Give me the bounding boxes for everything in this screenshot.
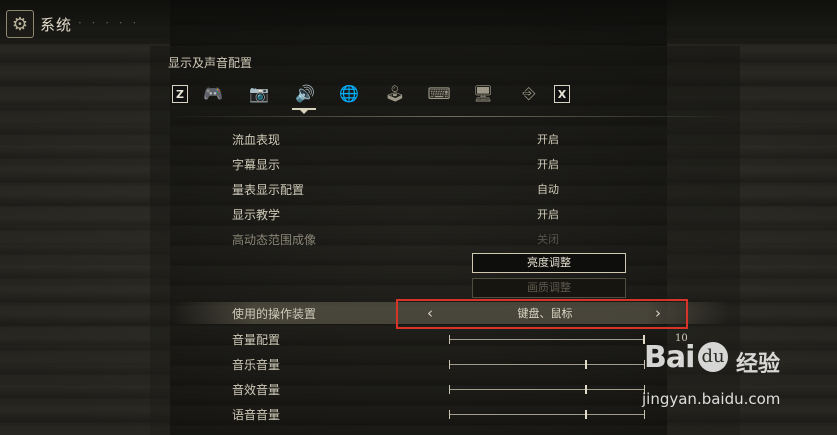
tab-key-z-icon[interactable]: Z xyxy=(172,85,188,103)
brightness-adjust-button[interactable]: 亮度调整 xyxy=(472,253,626,273)
setting-label: 字幕显示 xyxy=(232,158,281,172)
window-title: 系统 xyxy=(40,16,73,34)
watermark-cn: 经验 xyxy=(736,351,781,377)
setting-label: 显示教学 xyxy=(232,208,281,222)
tab-network-icon[interactable]: 🌐 xyxy=(334,80,364,106)
quality-adjust-button: 画质调整 xyxy=(472,278,626,298)
tab-gamepad-icon[interactable]: 🎮 xyxy=(198,80,228,106)
tab-camera-icon[interactable]: 📷 xyxy=(244,80,274,106)
section-heading: 显示及声音配置 xyxy=(168,56,253,70)
title-bar: ⚙ 系统 · · · · · xyxy=(0,0,837,44)
watermark-url: jingyan.baidu.com xyxy=(642,390,781,408)
setting-value[interactable]: 自动 xyxy=(537,181,559,197)
setting-label: 高动态范围成像 xyxy=(232,233,317,247)
active-tab-pointer xyxy=(300,110,308,114)
setting-label: 量表显示配置 xyxy=(232,183,305,197)
sfx-volume-slider[interactable] xyxy=(449,385,645,394)
setting-label: 语音音量 xyxy=(232,408,281,422)
header-divider xyxy=(168,116,738,117)
setting-label: 使用的操作装置 xyxy=(232,307,317,321)
baidu-paw-icon: du xyxy=(698,342,728,372)
setting-value: 关闭 xyxy=(537,233,559,246)
setting-label: 音量配置 xyxy=(232,333,281,347)
music-volume-slider[interactable] xyxy=(449,360,645,369)
tab-monitor-icon[interactable]: 🖥 xyxy=(468,80,498,106)
tab-display-sound-icon[interactable]: 🔊 xyxy=(290,80,320,106)
watermark-brand: Bai xyxy=(644,340,695,375)
slider-handle[interactable] xyxy=(585,385,587,394)
setting-label: 流血表现 xyxy=(232,133,281,147)
system-gear-icon: ⚙ xyxy=(6,10,34,38)
tab-controller-config-icon[interactable]: 🕹 xyxy=(380,80,410,106)
setting-row-hud-display[interactable]: 量表显示配置 自动 xyxy=(170,178,730,200)
setting-row-blood[interactable]: 流血表现 开启 xyxy=(170,128,730,150)
setting-row-subtitles[interactable]: 字幕显示 开启 xyxy=(170,153,730,175)
slider-handle[interactable] xyxy=(585,360,587,369)
setting-value[interactable]: 开启 xyxy=(537,156,559,172)
voice-volume-slider[interactable] xyxy=(449,410,645,419)
baidu-jingyan-watermark: Bai du 经验 jingyan.baidu.com xyxy=(640,340,830,420)
tab-key-x-icon[interactable]: X xyxy=(554,85,570,103)
category-tab-bar: Z 🎮 📷 🔊 🌐 🕹 ⌨ 🖥 ⎆ X xyxy=(168,80,588,108)
master-volume-slider[interactable] xyxy=(449,335,645,344)
highlight-annotation-box xyxy=(396,299,688,329)
background-wall-left xyxy=(0,0,170,435)
setting-row-tutorials[interactable]: 显示教学 开启 xyxy=(170,203,730,225)
setting-label: 音乐音量 xyxy=(232,358,281,372)
slider-handle[interactable] xyxy=(585,410,587,419)
title-faint-text: · · · · · xyxy=(78,16,140,30)
setting-label: 音效音量 xyxy=(232,383,281,397)
tab-exit-icon[interactable]: ⎆ xyxy=(514,80,544,106)
setting-value[interactable]: 开启 xyxy=(537,206,559,222)
setting-value[interactable]: 开启 xyxy=(537,131,559,147)
setting-row-hdr: 高动态范围成像 关闭 xyxy=(170,228,730,250)
tab-keyboard-icon[interactable]: ⌨ xyxy=(424,80,454,106)
